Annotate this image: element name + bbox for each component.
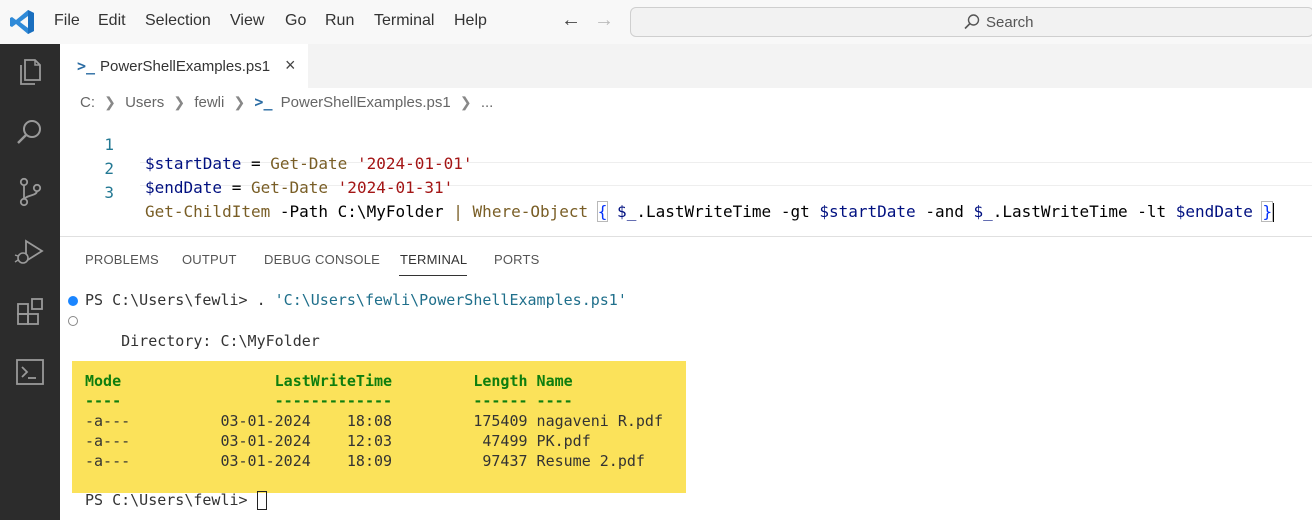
menu-edit[interactable]: Edit [98,12,126,30]
chevron-right-icon: ❯ [233,94,246,110]
terminal-output[interactable]: PS C:\Users\fewli> . 'C:\Users\fewli\Pow… [60,287,1312,520]
menu-file[interactable]: File [54,12,80,30]
source-control-icon[interactable] [14,176,46,208]
active-tab-indicator [399,275,467,276]
run-debug-icon[interactable] [14,236,46,268]
code-token: Where-Object [472,202,589,221]
terminal-directory-line: Directory: C:\MyFolder [85,332,320,350]
table-row: -a--- 03-01-2024 18:08 175409 nagaveni R… [85,412,663,430]
terminal-prompt-line: PS C:\Users\fewli> [85,491,267,510]
command-success-decoration[interactable] [68,296,78,306]
menu-run[interactable]: Run [325,12,354,30]
table-header: Mode LastWriteTime Length Name [85,372,573,390]
menu-selection[interactable]: Selection [145,12,211,30]
tab-debug-console[interactable]: DEBUG CONSOLE [264,252,380,267]
breadcrumb: C: ❯ Users ❯ fewli ❯ >_ PowerShellExampl… [80,93,493,111]
tab-label: PowerShellExamples.ps1 [100,58,271,75]
vscode-logo-icon[interactable] [8,8,36,36]
tab-powershell-examples[interactable]: >_ PowerShellExamples.ps1 × [60,44,308,88]
title-bar: File Edit Selection View Go Run Terminal… [0,0,1312,44]
arrow-left-icon[interactable]: ← [561,9,581,32]
breadcrumb-more[interactable]: ... [481,94,494,111]
table-row: -a--- 03-01-2024 12:03 47499 PK.pdf [85,432,591,450]
terminal-cursor [256,491,267,510]
chevron-right-icon: ❯ [173,94,186,110]
text-cursor [1272,203,1275,222]
code-line: 3 Get-ChildItem -Path C:\MyFolder | Wher… [60,164,1312,222]
bracket-match: } [1261,201,1274,222]
line-number: 3 [104,183,114,202]
tab-terminal[interactable]: TERMINAL [400,252,467,267]
terminal-prompt-line: PS C:\Users\fewli> . 'C:\Users\fewli\Pow… [85,291,627,309]
command-center-search[interactable]: Search [630,7,1312,37]
search-icon [964,14,980,30]
extensions-icon[interactable] [14,296,46,328]
table-row: -a--- 03-01-2024 18:09 97437 Resume 2.pd… [85,452,645,470]
arrow-right-icon[interactable]: → [594,9,614,32]
code-token: Get-ChildItem [145,202,271,221]
search-icon[interactable] [14,116,46,148]
bottom-panel: PROBLEMS OUTPUT DEBUG CONSOLE TERMINAL P… [60,236,1312,520]
menu-view[interactable]: View [230,12,264,30]
chevron-right-icon: ❯ [104,94,116,110]
code-line: 1 $startDate = Get-Date '2024-01-01' [60,116,1312,173]
powershell-file-icon: >_ [77,57,96,75]
breadcrumb-users[interactable]: Users [125,94,164,111]
search-label: Search [986,14,1034,31]
breadcrumb-file[interactable]: PowerShellExamples.ps1 [281,94,451,111]
tab-output[interactable]: OUTPUT [182,252,237,267]
explorer-icon[interactable] [14,56,46,88]
menu-terminal[interactable]: Terminal [374,12,434,30]
close-icon[interactable]: × [285,55,296,76]
tab-ports[interactable]: PORTS [494,252,540,267]
code-line: 2 $endDate = Get-Date '2024-01-31' [60,140,1312,197]
code-editor[interactable]: 1 $startDate = Get-Date '2024-01-01' 2 $… [60,112,1312,236]
breadcrumb-drive[interactable]: C: [80,94,95,111]
terminal-icon[interactable] [14,356,46,388]
powershell-file-icon: >_ [254,93,273,111]
command-decoration[interactable] [68,316,78,326]
table-header-underline: ---- ------------- ------ ---- [85,392,573,410]
breadcrumb-user[interactable]: fewli [194,94,224,111]
editor-tab-bar: >_ PowerShellExamples.ps1 × [60,44,1312,88]
activity-bar [0,44,60,520]
tab-problems[interactable]: PROBLEMS [85,252,159,267]
chevron-right-icon: ❯ [459,94,472,110]
menu-go[interactable]: Go [285,12,306,30]
menu-help[interactable]: Help [454,12,487,30]
bracket-match: { [596,201,609,222]
